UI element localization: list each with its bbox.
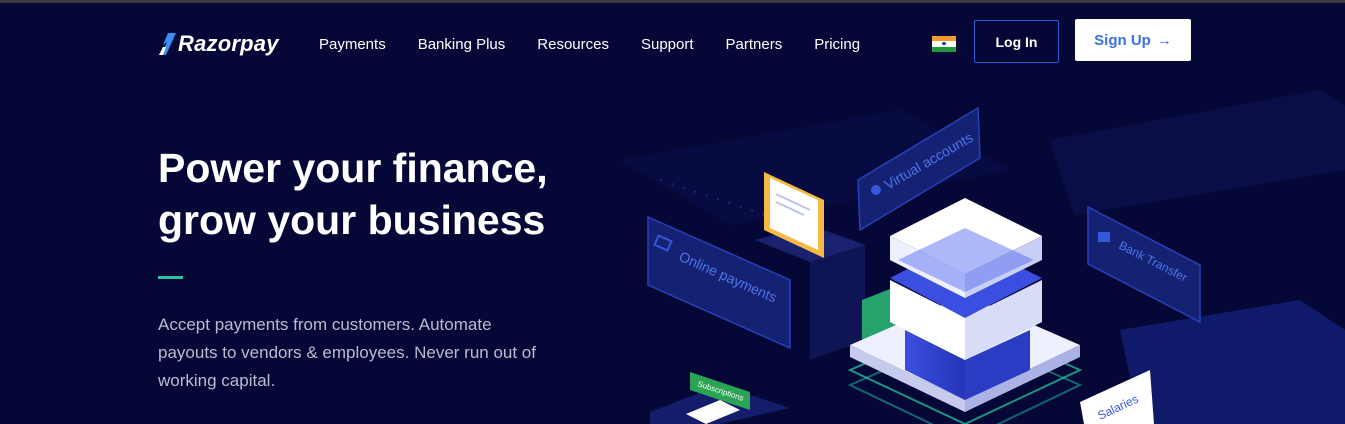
hero-accent-bar <box>158 276 183 279</box>
nav-item-resources[interactable]: Resources <box>537 36 609 53</box>
india-flag-icon[interactable] <box>932 36 956 52</box>
hero-description: Accept payments from customers. Automate… <box>158 315 536 390</box>
signup-button-label: Sign Up <box>1094 31 1151 49</box>
hero-title-line-1: Power your finance, <box>158 145 548 191</box>
bank-transfer-card: Bank Transfer <box>1087 205 1201 324</box>
nav-item-pricing[interactable]: Pricing <box>814 36 860 53</box>
hero-illustration: Virtual accounts Online payments Bank Tr… <box>620 90 1345 424</box>
nav-item-partners[interactable]: Partners <box>726 36 783 53</box>
main-nav: Payments Banking Plus Resources Support … <box>319 36 892 53</box>
background-slab <box>1120 300 1345 424</box>
browser-top-border <box>0 0 1345 3</box>
hero-title: Power your finance, grow your business <box>158 142 598 246</box>
salaries-card: Salaries <box>1080 370 1154 424</box>
background-slab <box>1050 90 1345 215</box>
nav-item-support[interactable]: Support <box>641 36 694 53</box>
razorpay-logo-icon <box>159 33 176 55</box>
subscriptions-tag: Subscriptions <box>650 372 790 424</box>
nav-item-payments[interactable]: Payments <box>319 36 386 53</box>
hero-title-line-2: grow your business <box>158 197 546 243</box>
arrow-right-icon: → <box>1156 31 1172 49</box>
logo-text: Razorpay <box>178 31 279 56</box>
building-tower <box>890 198 1042 400</box>
razorpay-logo[interactable]: Razorpay <box>158 31 279 57</box>
signup-button[interactable]: Sign Up → <box>1075 19 1191 61</box>
login-button[interactable]: Log In <box>974 20 1059 63</box>
bank-icon <box>1098 232 1110 242</box>
user-icon <box>871 185 881 195</box>
nav-item-banking-plus[interactable]: Banking Plus <box>418 36 506 53</box>
